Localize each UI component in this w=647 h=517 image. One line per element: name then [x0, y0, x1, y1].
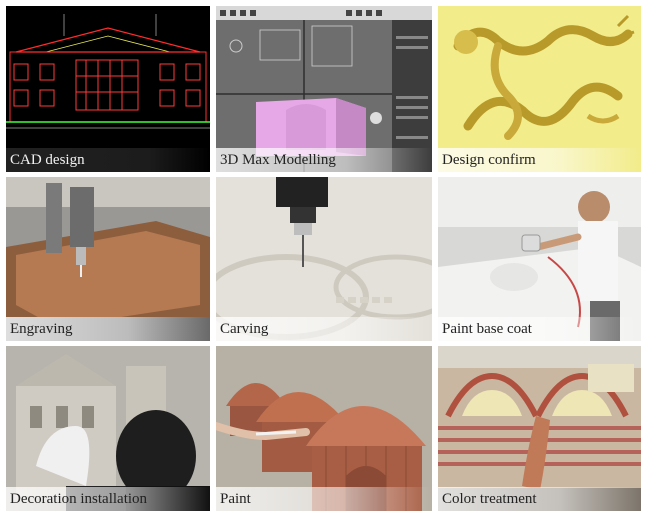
caption: Paint base coat — [438, 317, 641, 341]
process-gallery: CAD design 3D Max Modelling Design confi… — [0, 0, 647, 517]
caption: Paint — [216, 487, 432, 511]
caption-text: CAD design — [10, 152, 85, 168]
caption: CAD design — [6, 148, 210, 172]
caption: Engraving — [6, 317, 210, 341]
caption-text: Paint base coat — [442, 321, 532, 337]
caption-text: Carving — [220, 321, 269, 337]
caption: Carving — [216, 317, 432, 341]
caption-text: Design confirm — [442, 152, 536, 168]
caption: Color treatment — [438, 487, 641, 511]
tile-cad-design: CAD design — [6, 6, 210, 172]
tile-engraving: Engraving — [6, 177, 210, 341]
caption-text: Engraving — [10, 321, 73, 337]
tile-design-confirm: Design confirm — [438, 6, 641, 172]
tile-decoration-installation: Decoration installation — [6, 346, 210, 511]
tile-paint-base-coat: Paint base coat — [438, 177, 641, 341]
caption: 3D Max Modelling — [216, 148, 432, 172]
tile-carving: Carving — [216, 177, 432, 341]
caption-text: Decoration installation — [10, 491, 148, 507]
caption-text: Color treatment — [442, 491, 537, 507]
tile-paint: Paint — [216, 346, 432, 511]
tile-color-treatment: Color treatment — [438, 346, 641, 511]
caption: Decoration installation — [6, 487, 210, 511]
caption-text: 3D Max Modelling — [220, 152, 336, 168]
caption: Design confirm — [438, 148, 641, 172]
caption-text: Paint — [220, 491, 251, 507]
tile-3d-max-modelling: 3D Max Modelling — [216, 6, 432, 172]
